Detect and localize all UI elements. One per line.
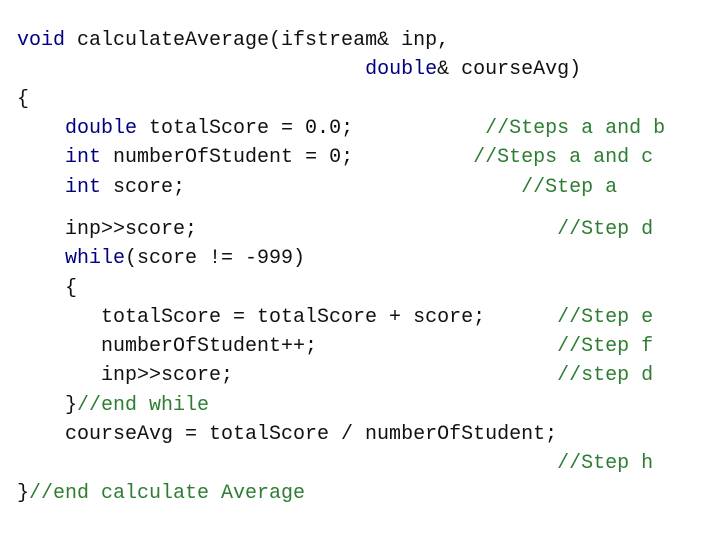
comment-token: //end calculate Average: [29, 481, 306, 505]
code-token: (score != -999): [125, 247, 306, 271]
comment-token: //Steps a and c: [353, 146, 654, 170]
code-line: totalScore = totalScore + score; //Step …: [17, 303, 653, 332]
comment-token: //Steps a and b: [353, 116, 666, 140]
comment-token: //Step a: [185, 175, 618, 199]
code-token: calculateAverage(ifstream& inp,: [65, 29, 450, 52]
keyword-token: double: [65, 116, 138, 140]
code-line: double& courseAvg): [17, 55, 581, 84]
code-line: {: [17, 85, 29, 114]
code-line: //Step h: [17, 449, 653, 478]
code-line: numberOfStudent++; //Step f: [17, 332, 653, 361]
code-line: courseAvg = totalScore / numberOfStudent…: [17, 420, 557, 449]
comment-token: //end while: [77, 393, 210, 417]
code-line: inp>>score; //Step d: [17, 215, 653, 244]
code-line: int numberOfStudent = 0; //Steps a and c: [17, 143, 653, 172]
code-line: int score; //Step a: [17, 173, 617, 202]
code-token: {: [17, 87, 30, 111]
code-token: numberOfStudent++;: [17, 335, 318, 359]
code-line: void calculateAverage(ifstream& inp,: [17, 26, 449, 55]
code-line: }//end calculate Average: [17, 479, 305, 508]
code-line: while(score != -999): [17, 244, 305, 273]
code-token: totalScore = totalScore + score;: [17, 305, 486, 329]
code-token: inp>>score;: [17, 217, 198, 241]
keyword-token: double: [365, 58, 438, 82]
keyword-token: void: [17, 29, 66, 52]
code-token: numberOfStudent = 0;: [101, 146, 354, 170]
code-token: inp>>score;: [17, 364, 234, 388]
comment-token: //step d: [233, 364, 654, 388]
comment-token: //Step e: [485, 305, 654, 329]
code-token: }: [17, 393, 78, 417]
code-line: }//end while: [17, 391, 209, 420]
code-token: score;: [101, 175, 186, 199]
keyword-token: int: [65, 146, 102, 170]
code-token: courseAvg = totalScore / numberOfStudent…: [17, 423, 558, 447]
code-line: double totalScore = 0.0; //Steps a and b: [17, 114, 665, 143]
code-token: & courseAvg): [437, 58, 582, 82]
keyword-token: int: [65, 175, 102, 199]
keyword-token: while: [65, 247, 126, 271]
code-line: {: [17, 274, 77, 303]
comment-token: //Step f: [317, 335, 654, 359]
code-line: inp>>score; //step d: [17, 361, 653, 390]
code-token: totalScore = 0.0;: [137, 116, 354, 140]
comment-token: //Step h: [557, 452, 654, 476]
code-token: {: [17, 276, 78, 300]
code-token: }: [17, 481, 30, 505]
comment-token: //Step d: [197, 217, 654, 241]
